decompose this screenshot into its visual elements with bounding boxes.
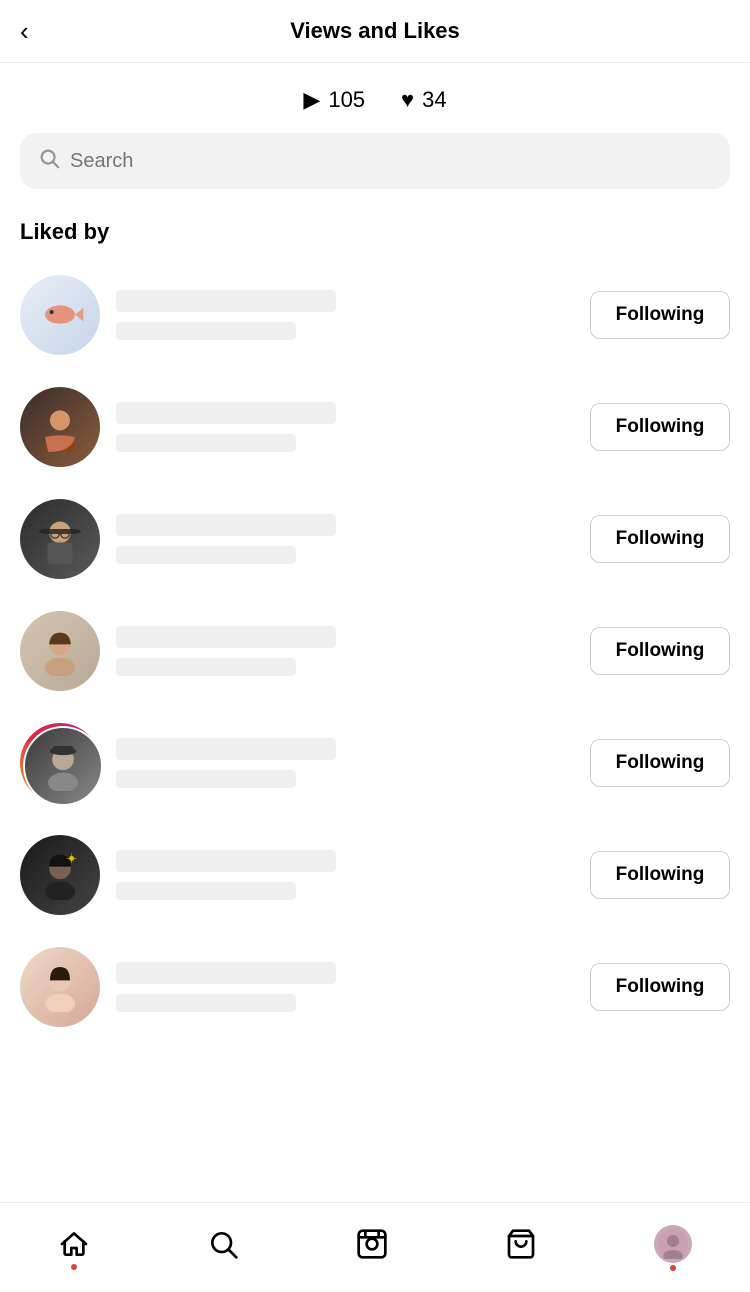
username-placeholder [116,514,336,536]
shop-icon [505,1228,537,1260]
header: ‹ Views and Likes [0,0,750,63]
search-input[interactable] [70,150,712,173]
avatar [20,947,100,1027]
avatar [20,499,100,579]
list-item: Following [0,595,750,707]
avatar [20,723,100,803]
bottom-nav [0,1202,750,1292]
list-item: Following [0,259,750,371]
profile-avatar [654,1225,692,1263]
profile-dot [670,1265,676,1271]
user-info [116,290,574,340]
list-item: Following [0,707,750,819]
username-placeholder [116,850,336,872]
following-button[interactable]: Following [590,403,730,451]
username-placeholder [116,290,336,312]
user-list: Following Following [0,259,750,1043]
handle-placeholder [116,882,296,900]
following-button[interactable]: Following [590,291,730,339]
following-button[interactable]: Following [590,515,730,563]
nav-profile[interactable] [654,1225,692,1263]
avatar [20,611,100,691]
reels-icon [356,1228,388,1260]
following-button[interactable]: Following [590,963,730,1011]
handle-placeholder [116,546,296,564]
following-button[interactable]: Following [590,851,730,899]
username-placeholder [116,626,336,648]
avatar [20,275,100,355]
search-bar [20,133,730,189]
user-info [116,850,574,900]
search-container [0,133,750,209]
views-stat: ▶ 105 [303,87,365,113]
search-icon [38,147,60,175]
user-info [116,514,574,564]
nav-home[interactable] [58,1228,90,1260]
handle-placeholder [116,322,296,340]
user-info [116,962,574,1012]
avatar [20,387,100,467]
list-item: Following [0,819,750,931]
views-count: 105 [328,87,365,113]
page-title: Views and Likes [290,18,460,44]
likes-stat: ♥ 34 [401,87,447,113]
user-info [116,738,574,788]
avatar [20,835,100,915]
nav-reels[interactable] [356,1228,388,1260]
stats-row: ▶ 105 ♥ 34 [0,63,750,133]
user-info [116,626,574,676]
heart-icon: ♥ [401,87,414,113]
following-button[interactable]: Following [590,627,730,675]
handle-placeholder [116,658,296,676]
handle-placeholder [116,994,296,1012]
liked-by-label: Liked by [0,209,750,259]
username-placeholder [116,402,336,424]
username-placeholder [116,962,336,984]
back-button[interactable]: ‹ [20,18,29,44]
list-item: Following [0,931,750,1043]
handle-placeholder [116,434,296,452]
home-dot [71,1264,77,1270]
nav-search[interactable] [207,1228,239,1260]
list-item: Following [0,483,750,595]
user-info [116,402,574,452]
handle-placeholder [116,770,296,788]
play-icon: ▶ [303,87,320,113]
likes-count: 34 [422,87,446,113]
search-nav-icon [207,1228,239,1260]
home-icon [58,1228,90,1260]
username-placeholder [116,738,336,760]
nav-shop[interactable] [505,1228,537,1260]
following-button[interactable]: Following [590,739,730,787]
list-item: Following [0,371,750,483]
